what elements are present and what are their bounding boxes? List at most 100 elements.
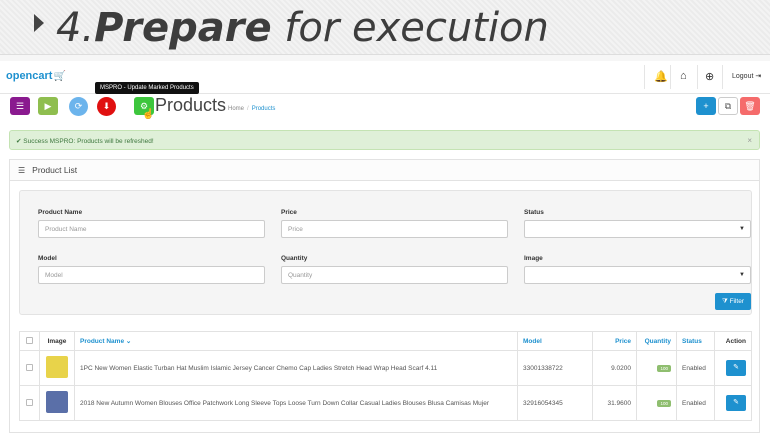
tooltip: MSPRO - Update Marked Products <box>95 82 199 94</box>
breadcrumb: Home / Products <box>228 106 275 112</box>
pencil-icon: ✎ <box>733 364 739 371</box>
step-number: 4. <box>56 5 95 51</box>
check-circle-icon: ✔ <box>16 138 22 145</box>
col-model[interactable]: Model <box>517 331 593 351</box>
list-button[interactable]: ☰ <box>10 97 30 115</box>
col-status[interactable]: Status <box>676 331 715 351</box>
play-arrow-icon <box>34 14 44 32</box>
bell-icon[interactable]: 🔔 <box>654 70 668 83</box>
download-button[interactable]: ⬇ <box>97 97 116 116</box>
play-button[interactable]: ▶ <box>38 97 58 115</box>
quantity-cell: 100 <box>636 350 677 386</box>
refresh-button[interactable]: ⟳ <box>69 97 88 116</box>
product-model: 33001338722 <box>517 350 593 386</box>
plus-icon: + <box>703 101 709 111</box>
page-title: Products <box>155 95 227 115</box>
row-checkbox[interactable] <box>26 363 33 371</box>
quantity-badge: 100 <box>657 399 671 407</box>
product-price: 31.9600 <box>592 385 637 421</box>
product-name: 1PC New Women Elastic Turban Hat Muslim … <box>74 350 518 386</box>
add-button[interactable]: + <box>696 97 716 115</box>
product-status: Enabled <box>676 385 715 421</box>
copy-icon: ⧉ <box>724 100 732 111</box>
product-thumbnail <box>46 356 68 378</box>
col-product-name-label: Product Name <box>80 338 125 345</box>
row-checkbox[interactable] <box>26 398 33 406</box>
refresh-icon: ⟳ <box>74 101 83 111</box>
success-alert: ✔ Success MSPRO: Products will be refres… <box>9 130 760 150</box>
quantity-badge: 100 <box>657 364 671 372</box>
product-model: 32916054345 <box>517 385 593 421</box>
filter-label-quantity: Quantity <box>281 255 308 262</box>
breadcrumb-separator: / <box>247 106 249 112</box>
sort-down-icon: ⌄ <box>125 338 132 345</box>
product-thumbnail <box>46 391 68 413</box>
filter-button[interactable]: ⧩ Filter <box>715 293 751 310</box>
filter-button-label: Filter <box>729 298 745 305</box>
divider <box>722 65 723 89</box>
breadcrumb-products[interactable]: Products <box>252 106 276 112</box>
pencil-icon: ✎ <box>733 399 739 406</box>
cart-icon: 🛒 <box>53 71 66 82</box>
filter-label-price: Price <box>281 209 297 216</box>
logo-text: opencart <box>6 70 53 82</box>
col-price[interactable]: Price <box>592 331 637 351</box>
edit-button[interactable]: ✎ <box>726 360 746 376</box>
caret-down-icon: ▼ <box>739 272 745 278</box>
step-rest: for execution <box>271 5 549 51</box>
download-icon: ⬇ <box>102 101 111 111</box>
select-all-checkbox[interactable] <box>26 336 33 344</box>
breadcrumb-home[interactable]: Home <box>228 106 244 112</box>
slide-banner: 4.Prepare for execution <box>0 0 770 55</box>
status-select[interactable]: ▼ <box>524 220 751 238</box>
copy-button[interactable]: ⧉ <box>718 97 738 115</box>
select-all-cell <box>19 331 40 351</box>
col-action: Action <box>714 331 752 351</box>
col-product-name[interactable]: Product Name ⌄ <box>74 331 518 351</box>
quantity-cell: 100 <box>636 385 677 421</box>
quantity-input[interactable]: Quantity <box>281 266 508 284</box>
product-status: Enabled <box>676 350 715 386</box>
panel-title: Product List <box>32 165 78 175</box>
opencart-logo[interactable]: opencart🛒 <box>6 70 66 82</box>
model-input[interactable]: Model <box>38 266 265 284</box>
action-cell: ✎ <box>714 385 752 421</box>
image-cell <box>39 385 75 421</box>
divider <box>644 65 645 89</box>
product-list-panel: ☰ Product List Product Name Product Name … <box>9 159 760 433</box>
product-name: 2018 New Autumn Women Blouses Office Pat… <box>74 385 518 421</box>
row-select-cell <box>19 385 40 421</box>
col-quantity[interactable]: Quantity <box>636 331 677 351</box>
cursor-icon: ☝ <box>142 109 155 120</box>
image-cell <box>39 350 75 386</box>
logout-link[interactable]: Logout ⇥ <box>732 72 761 80</box>
col-image: Image <box>39 331 75 351</box>
action-cell: ✎ <box>714 350 752 386</box>
image-select[interactable]: ▼ <box>524 266 751 284</box>
filter-label-product-name: Product Name <box>38 209 83 216</box>
row-select-cell <box>19 350 40 386</box>
product-name-input[interactable]: Product Name <box>38 220 265 238</box>
filter-label-model: Model <box>38 255 57 262</box>
step-keyword: Prepare <box>94 5 272 51</box>
trash-icon: 🗑 <box>744 100 756 111</box>
logout-label: Logout <box>732 73 754 80</box>
product-table: Image Product Name ⌄ Model Price Quantit… <box>19 331 752 421</box>
opencart-admin: opencart🛒 🔔 ⌂ ⊕ Logout ⇥ MSPRO - Update … <box>0 61 770 433</box>
edit-button[interactable]: ✎ <box>726 395 746 411</box>
sign-out-icon: ⇥ <box>755 73 762 80</box>
delete-button[interactable]: 🗑 <box>740 97 760 115</box>
close-icon[interactable]: × <box>747 136 752 145</box>
table-row: 2018 New Autumn Women Blouses Office Pat… <box>19 385 752 421</box>
filter-label-status: Status <box>524 209 544 216</box>
play-icon: ▶ <box>44 100 52 111</box>
filter-label-image: Image <box>524 255 543 262</box>
filter-icon: ⧩ <box>721 297 728 305</box>
divider <box>670 65 671 89</box>
home-icon[interactable]: ⌂ <box>680 70 687 82</box>
price-input[interactable]: Price <box>281 220 508 238</box>
panel-heading: ☰ Product List <box>10 160 759 181</box>
table-header-row: Image Product Name ⌄ Model Price Quantit… <box>19 331 752 351</box>
product-price: 9.0200 <box>592 350 637 386</box>
globe-icon[interactable]: ⊕ <box>705 70 714 83</box>
